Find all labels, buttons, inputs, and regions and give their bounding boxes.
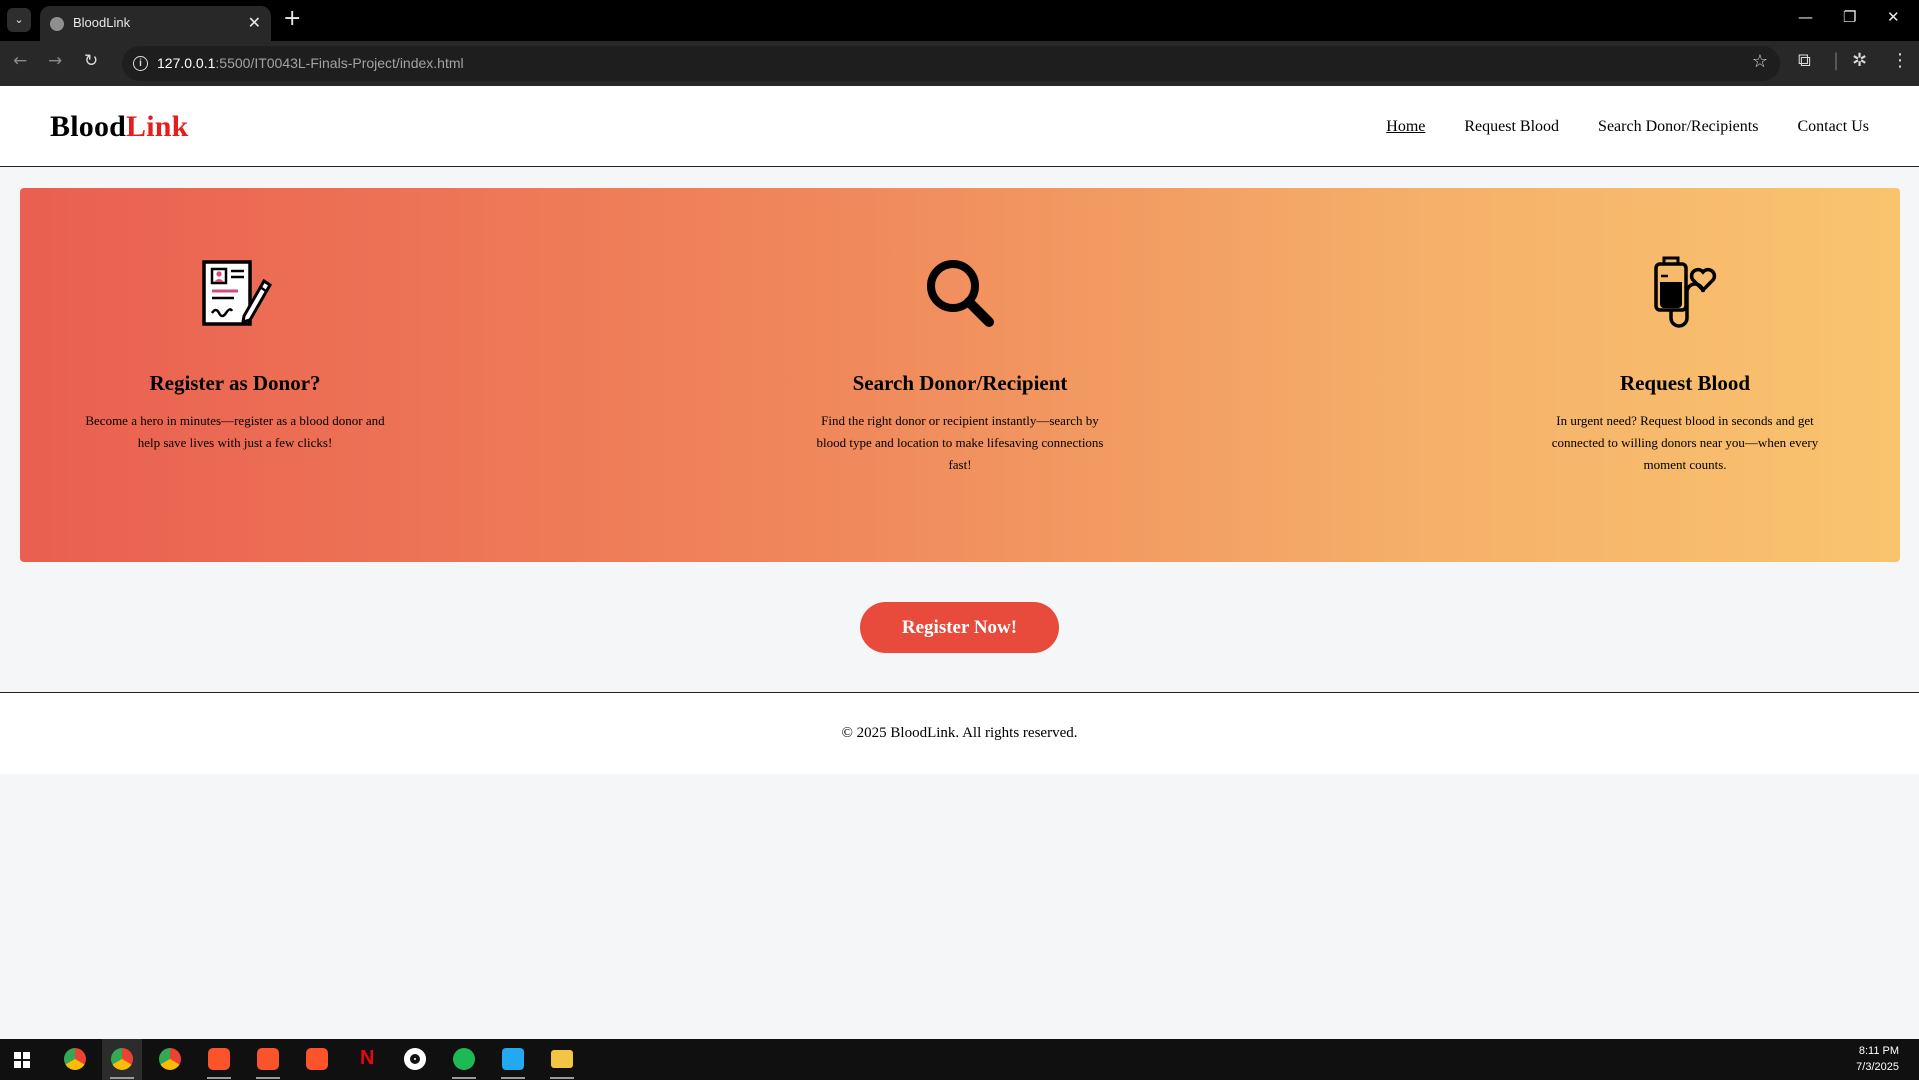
new-tab-button[interactable]: + bbox=[283, 6, 301, 31]
feature-card-title: Search Donor/Recipient bbox=[852, 371, 1068, 395]
magnifier-icon bbox=[927, 260, 994, 327]
nav-home[interactable]: Home bbox=[1386, 118, 1425, 136]
windows-taskbar: N 8:11 PM 7/3/2025 bbox=[0, 1039, 1919, 1080]
chrome-app-icon[interactable] bbox=[150, 1039, 190, 1080]
main-nav: Home Request Blood Search Donor/Recipien… bbox=[1386, 118, 1869, 136]
nav-search-donor-recipients[interactable]: Search Donor/Recipients bbox=[1598, 118, 1758, 136]
media-player-app-icon[interactable] bbox=[395, 1039, 435, 1080]
brave-app-icon[interactable] bbox=[199, 1039, 239, 1080]
bookmark-star-icon[interactable]: ☆ bbox=[1752, 51, 1768, 72]
feature-card-description: Find the right donor or recipient instan… bbox=[816, 413, 1104, 472]
globe-icon bbox=[50, 17, 64, 31]
registration-form-icon bbox=[202, 260, 272, 326]
chrome-app-icon[interactable] bbox=[102, 1039, 142, 1080]
windows-start-icon[interactable] bbox=[14, 1052, 30, 1068]
feature-banner: Register as Donor? Become a hero in minu… bbox=[20, 188, 1900, 562]
feature-card-description: In urgent need? Request blood in seconds… bbox=[1551, 413, 1819, 472]
brave-app-icon[interactable] bbox=[248, 1039, 288, 1080]
feature-card-title: Register as Donor? bbox=[149, 371, 321, 395]
url-text[interactable]: 127.0.0.1:5500/IT0043L-Finals-Project/in… bbox=[157, 55, 464, 71]
reload-icon[interactable]: ↻ bbox=[84, 51, 98, 71]
brave-app-icon[interactable] bbox=[297, 1039, 337, 1080]
tab-search-button[interactable]: ⌄ bbox=[7, 8, 31, 32]
nav-request-blood[interactable]: Request Blood bbox=[1464, 118, 1559, 136]
browser-tab[interactable]: BloodLink ✕ bbox=[40, 6, 271, 41]
chrome-app-icon[interactable] bbox=[55, 1039, 95, 1080]
file-explorer-app-icon[interactable] bbox=[542, 1039, 582, 1080]
clock-time: 8:11 PM bbox=[1858, 1045, 1899, 1057]
browser-toolbar: ← → ↻ i 127.0.0.1:5500/IT0043L-Finals-Pr… bbox=[0, 41, 1919, 86]
copyright-text: © 2025 BloodLink. All rights reserved. bbox=[841, 725, 1078, 741]
tab-title: BloodLink bbox=[73, 15, 131, 30]
restore-icon[interactable]: ❐ bbox=[1843, 8, 1856, 26]
clock-date: 7/3/2025 bbox=[1856, 1061, 1899, 1073]
site-header: BloodLink Home Request Blood Search Dono… bbox=[0, 86, 1919, 167]
minimize-icon[interactable]: — bbox=[1798, 8, 1813, 26]
browser-tab-bar: ⌄ BloodLink ✕ + — ❐ ✕ bbox=[0, 0, 1919, 41]
vscode-app-icon[interactable] bbox=[493, 1039, 533, 1080]
menu-kebab-icon[interactable]: ⋮ bbox=[1891, 50, 1909, 71]
netflix-app-icon[interactable]: N bbox=[346, 1039, 386, 1080]
register-now-button[interactable]: Register Now! bbox=[860, 602, 1059, 653]
address-bar[interactable]: i 127.0.0.1:5500/IT0043L-Finals-Project/… bbox=[122, 46, 1780, 81]
forward-icon[interactable]: → bbox=[48, 51, 62, 71]
feature-card-title: Request Blood bbox=[1619, 371, 1751, 395]
profile-icon[interactable]: ✲ bbox=[1852, 50, 1867, 71]
site-info-icon[interactable]: i bbox=[133, 56, 148, 71]
extensions-icon[interactable]: ⧉ bbox=[1798, 50, 1811, 71]
site-logo[interactable]: BloodLink bbox=[50, 110, 189, 144]
feature-card-description: Become a hero in minutes—register as a b… bbox=[85, 413, 385, 450]
nav-contact-us[interactable]: Contact Us bbox=[1797, 118, 1869, 136]
system-clock[interactable]: 8:11 PM 7/3/2025 bbox=[1856, 1043, 1899, 1075]
spotify-app-icon[interactable] bbox=[444, 1039, 484, 1080]
blood-bag-icon bbox=[1654, 256, 1717, 328]
toolbar-divider: | bbox=[1833, 50, 1840, 71]
close-tab-icon[interactable]: ✕ bbox=[248, 13, 261, 32]
site-footer: © 2025 BloodLink. All rights reserved. bbox=[0, 692, 1919, 774]
window-close-icon[interactable]: ✕ bbox=[1887, 8, 1900, 26]
back-icon[interactable]: ← bbox=[13, 51, 27, 71]
